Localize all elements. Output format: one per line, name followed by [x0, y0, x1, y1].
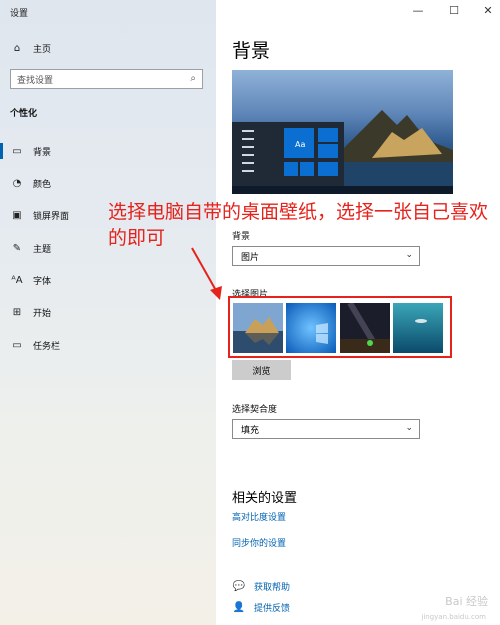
sidebar: 设置 ⌂ 主页 查找设置 ⌕ 个性化 ▭ 背景 ◔ 颜色 ▣ 锁屏界面 ✎ 主题…: [0, 0, 216, 625]
preview-menu-line: [242, 138, 254, 140]
get-help-link[interactable]: 💬 获取帮助: [232, 580, 290, 593]
sidebar-item-start[interactable]: ⊞ 开始: [0, 300, 216, 324]
help-chat-icon: 💬: [232, 581, 246, 592]
annotation-arrow-icon: [191, 247, 222, 300]
desktop-preview: Aa: [232, 70, 453, 194]
sidebar-item-home[interactable]: ⌂ 主页: [0, 36, 216, 60]
sidebar-item-label: 任务栏: [33, 341, 61, 352]
watermark: Bai 经验: [445, 595, 488, 608]
preview-menu-line: [242, 170, 254, 172]
feedback-icon: 👤: [232, 602, 246, 613]
start-icon: ⊞: [12, 306, 22, 318]
search-icon: ⌕: [190, 73, 196, 84]
feedback-label: 提供反馈: [254, 604, 291, 614]
get-help-label: 获取帮助: [254, 583, 291, 593]
sidebar-item-fonts[interactable]: ᴬA 字体: [0, 268, 216, 292]
preview-tile: [318, 144, 338, 158]
related-settings-title: 相关的设置: [232, 491, 298, 506]
home-icon: ⌂: [13, 42, 21, 54]
annotation-text: 选择电脑自带的桌面壁纸，选择一张自己喜欢的即可: [108, 201, 489, 249]
sidebar-item-label: 主页: [33, 44, 52, 55]
main-panel: — ☐ ✕ 背景 Aa 背景 图片 ⌄ 选择图片 浏览 选择契合度 填充 ⌄ 相…: [216, 0, 500, 625]
feedback-link[interactable]: 👤 提供反馈: [232, 601, 290, 614]
search-input[interactable]: 查找设置 ⌕: [10, 69, 203, 89]
browse-button[interactable]: 浏览: [232, 360, 291, 380]
fit-value: 填充: [241, 425, 260, 436]
sidebar-item-background[interactable]: ▭ 背景: [0, 139, 216, 163]
high-contrast-link[interactable]: 高对比度设置: [232, 510, 286, 523]
taskbar-icon: ▭: [12, 339, 22, 351]
sidebar-item-label: 字体: [33, 276, 52, 287]
wallpaper-thumb-4[interactable]: [393, 303, 443, 353]
wallpaper-thumb-2[interactable]: [286, 303, 336, 353]
sidebar-item-label: 背景: [33, 147, 52, 158]
maximize-button[interactable]: ☐: [444, 4, 464, 17]
picture-icon: ▭: [12, 145, 22, 157]
app-title: 设置: [10, 9, 29, 19]
sidebar-item-colors[interactable]: ◔ 颜色: [0, 171, 216, 195]
fit-label: 选择契合度: [232, 405, 278, 415]
preview-tile: [284, 162, 298, 176]
sync-settings-link[interactable]: 同步你的设置: [232, 536, 286, 549]
preview-tile: [318, 128, 338, 142]
close-button[interactable]: ✕: [478, 4, 498, 17]
search-placeholder: 查找设置: [17, 75, 54, 86]
minimize-button[interactable]: —: [408, 4, 428, 17]
font-icon: ᴬA: [11, 274, 23, 286]
preview-tile-text: Aa: [295, 140, 306, 149]
chevron-down-icon: ⌄: [405, 250, 413, 260]
sidebar-item-label: 锁屏界面: [33, 211, 70, 222]
watermark-url: jingyan.baidu.com: [421, 613, 486, 621]
preview-tile: [318, 162, 338, 176]
sidebar-item-taskbar[interactable]: ▭ 任务栏: [0, 333, 216, 357]
palette-icon: ◔: [12, 177, 22, 189]
page-title: 背景: [232, 40, 271, 62]
sidebar-item-label: 开始: [33, 308, 52, 319]
wallpaper-thumb-1[interactable]: [233, 303, 283, 353]
preview-menu-line: [242, 146, 254, 148]
preview-taskbar: [232, 186, 453, 194]
preview-menu-line: [242, 162, 254, 164]
preview-menu-line: [242, 154, 254, 156]
preview-menu-line: [242, 130, 254, 132]
theme-icon: ✎: [12, 242, 22, 254]
background-value: 图片: [241, 252, 260, 263]
sidebar-item-label: 主题: [33, 244, 52, 255]
lock-screen-icon: ▣: [12, 209, 22, 221]
chevron-down-icon: ⌄: [405, 423, 413, 433]
sidebar-item-label: 颜色: [33, 179, 52, 190]
section-heading: 个性化: [10, 109, 38, 119]
wallpaper-thumb-3[interactable]: [340, 303, 390, 353]
preview-tile: [300, 162, 314, 176]
fit-dropdown[interactable]: 填充 ⌄: [232, 419, 420, 439]
